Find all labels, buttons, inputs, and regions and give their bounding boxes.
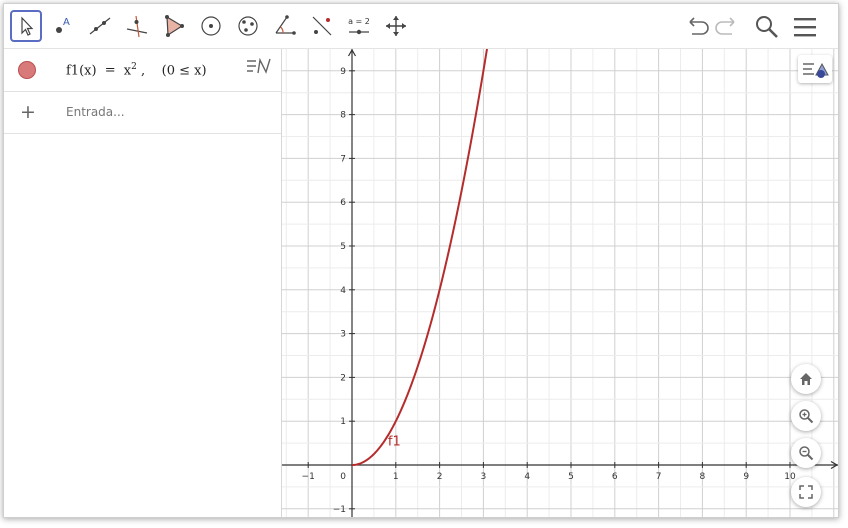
- algebra-row-f1[interactable]: f1(x) = x2 , (0 ≤ x): [4, 49, 281, 92]
- svg-text:A: A: [63, 17, 70, 28]
- polygon-icon: [165, 15, 184, 37]
- x-tick-label: 3: [481, 472, 487, 482]
- zoom-in-icon: [799, 409, 814, 424]
- y-tick-label: 1: [340, 417, 346, 427]
- y-tick-label: 4: [340, 286, 346, 296]
- y-tick-label: −1: [333, 505, 346, 515]
- f1-curve[interactable]: [351, 49, 488, 466]
- redo-button[interactable]: [712, 12, 742, 42]
- algebra-input-row[interactable]: + Entrada...: [4, 92, 281, 134]
- x-tick-label: 4: [524, 472, 530, 482]
- graphics-style-button[interactable]: [798, 55, 832, 83]
- x-tick-label: 5: [568, 472, 574, 482]
- point-tool[interactable]: A: [47, 10, 79, 42]
- f1-exponent: 2: [131, 62, 137, 72]
- zoom-in-button[interactable]: [791, 401, 821, 431]
- algebra-description-icon: [247, 57, 271, 74]
- x-tick-label: 1: [393, 472, 399, 482]
- f1-rhs: x: [123, 63, 132, 79]
- slider-icon: [349, 29, 369, 35]
- y-tick-label: 5: [340, 242, 346, 252]
- slider-tool[interactable]: a = 2: [343, 10, 375, 42]
- menu-button[interactable]: [790, 12, 820, 42]
- toolbar: A a = 2: [4, 4, 838, 49]
- y-tick-label: 2: [340, 373, 346, 383]
- y-tick-label: 6: [340, 198, 346, 208]
- visibility-toggle-icon[interactable]: [18, 61, 36, 79]
- fullscreen-icon: [799, 485, 813, 499]
- f1-condition: , (0 ≤ x): [140, 63, 207, 79]
- algebra-view: f1(x) = x2 , (0 ≤ x) + Entrada...: [4, 49, 282, 517]
- perpendicular-icon: [126, 15, 148, 38]
- reflect-icon: [312, 16, 332, 36]
- y-tick-label: 9: [340, 67, 346, 77]
- undo-icon: [689, 17, 709, 35]
- graphics-view[interactable]: −1 1 2 3 4 5 6 7 8 9 10 9 8 7 6 5 4 3 2 1 −1 0 f1: [282, 49, 838, 517]
- menu-icon: [794, 18, 816, 37]
- home-button[interactable]: [791, 364, 821, 394]
- search-button[interactable]: [752, 12, 782, 42]
- x-tick-label: 8: [700, 472, 706, 482]
- move-tool[interactable]: [10, 10, 42, 42]
- search-icon: [756, 16, 778, 38]
- redo-icon: [715, 17, 735, 35]
- geogebra-window: A a = 2 f1(x) = x2 , (0 ≤ x) + Entrada..…: [3, 3, 839, 518]
- zoom-out-icon: [799, 446, 814, 461]
- algebra-style-toggle[interactable]: [244, 51, 278, 81]
- angle-tool[interactable]: [269, 10, 301, 42]
- f1-expression[interactable]: f1(x) = x2 , (0 ≤ x): [66, 62, 207, 78]
- cursor-icon: [21, 16, 34, 36]
- polygon-tool[interactable]: [158, 10, 190, 42]
- x-tick-label: 7: [656, 472, 662, 482]
- algebra-input[interactable]: Entrada...: [66, 105, 125, 119]
- f1-name: f1(x): [66, 63, 97, 79]
- circle-three-points-icon: [238, 16, 258, 36]
- add-icon[interactable]: +: [20, 101, 36, 123]
- circle-three-points-tool[interactable]: [232, 10, 264, 42]
- fullscreen-button[interactable]: [791, 477, 821, 507]
- perpendicular-tool[interactable]: [121, 10, 153, 42]
- line-icon: [89, 17, 111, 35]
- x-tick-label: 2: [437, 472, 443, 482]
- home-icon: [800, 373, 812, 385]
- circle-center-tool[interactable]: [195, 10, 227, 42]
- y-tick-label: 8: [340, 111, 346, 121]
- move-arrows-icon: [386, 16, 406, 36]
- undo-button[interactable]: [682, 12, 712, 42]
- x-tick-label: 9: [743, 472, 749, 482]
- graph-canvas[interactable]: −1 1 2 3 4 5 6 7 8 9 10 9 8 7 6 5 4 3 2 1 −1 0 f1: [282, 49, 838, 517]
- graphics-style-icon: [803, 62, 829, 78]
- x-tick-label: 6: [612, 472, 618, 482]
- f1-equals: =: [104, 63, 116, 79]
- move-graphics-tool[interactable]: [380, 10, 412, 42]
- f1-label[interactable]: f1: [388, 434, 401, 449]
- reflect-tool[interactable]: [306, 10, 338, 42]
- y-tick-label: 7: [340, 154, 346, 164]
- x-tick-label: −1: [302, 472, 315, 482]
- point-icon: A: [56, 17, 70, 33]
- x-tick-label: 10: [784, 472, 796, 482]
- origin-label: 0: [340, 472, 346, 482]
- zoom-out-button[interactable]: [791, 438, 821, 468]
- circle-center-icon: [201, 16, 221, 36]
- line-tool[interactable]: [84, 10, 116, 42]
- angle-icon: [275, 15, 296, 35]
- y-tick-label: 3: [340, 330, 346, 340]
